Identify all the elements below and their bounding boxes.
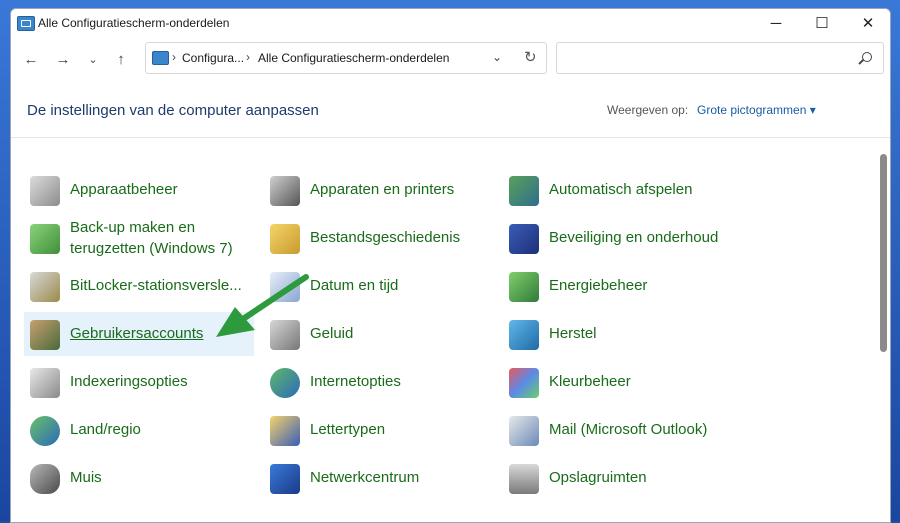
breadcrumb-configuratiescherm[interactable]: Configura...	[182, 51, 244, 65]
arrow-shaft	[240, 274, 309, 322]
forward-arrow-icon[interactable]: →	[52, 49, 74, 69]
address-dropdown-icon[interactable]: ⌄	[492, 50, 502, 64]
control-panel-icon	[152, 51, 169, 65]
breadcrumb-current[interactable]: Alle Configuratiescherm-onderdelen	[258, 51, 449, 65]
window-title: Alle Configuratiescherm-onderdelen	[38, 16, 230, 30]
recent-locations-chevron-icon[interactable]: ⌄	[82, 49, 104, 69]
scrollbar-thumb[interactable]	[880, 154, 887, 352]
control-panel-icon	[17, 16, 35, 31]
back-arrow-icon[interactable]: ←	[20, 49, 42, 69]
annotation-arrow	[216, 274, 309, 337]
address-field[interactable]: › Configura... › Alle Configuratiescherm…	[145, 42, 547, 74]
page-title: De instellingen van de computer aanpasse…	[27, 102, 319, 119]
control-panel-window: Alle Configuratiescherm-onderdelen ─ ☐ ✕…	[10, 8, 891, 523]
close-button[interactable]: ✕	[845, 9, 890, 37]
maximize-button[interactable]: ☐	[799, 9, 845, 37]
title-bar: Alle Configuratiescherm-onderdelen ─ ☐ ✕	[11, 9, 890, 37]
vertical-scrollbar[interactable]	[877, 138, 890, 522]
search-icon[interactable]	[862, 52, 872, 62]
breadcrumb-separator: ›	[172, 50, 176, 64]
refresh-icon[interactable]: ↻	[524, 48, 537, 66]
breadcrumb-separator[interactable]: ›	[246, 50, 250, 64]
header: De instellingen van de computer aanpasse…	[11, 81, 890, 138]
address-bar-row: ← → ⌄ ↑ › Configura... › Alle Configurat…	[11, 39, 890, 79]
view-by-label: Weergeven op:	[607, 103, 689, 117]
items-grid: Apparaatbeheer Apparaten en printers Aut…	[11, 138, 877, 522]
search-input[interactable]	[556, 42, 884, 74]
view-by-dropdown[interactable]: Grote pictogrammen ▾	[697, 103, 816, 117]
up-arrow-icon[interactable]: ↑	[110, 49, 132, 69]
minimize-button[interactable]: ─	[753, 9, 799, 37]
